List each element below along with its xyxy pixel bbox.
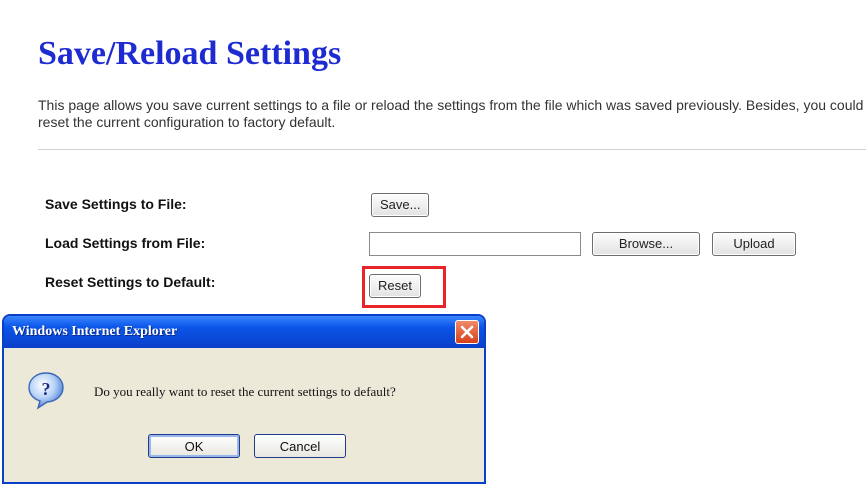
reset-button[interactable]: Reset — [369, 274, 421, 298]
page-description: This page allows you save current settin… — [38, 97, 864, 130]
close-button[interactable] — [455, 320, 479, 344]
close-icon — [460, 325, 474, 339]
page-title: Save/Reload Settings — [38, 35, 342, 72]
save-settings-label: Save Settings to File: — [45, 196, 187, 212]
reset-settings-label: Reset Settings to Default: — [45, 274, 216, 290]
dialog-titlebar[interactable]: Windows Internet Explorer — [4, 316, 484, 348]
svg-text:?: ? — [42, 379, 51, 399]
load-settings-label: Load Settings from File: — [45, 235, 206, 251]
save-button[interactable]: Save... — [371, 193, 430, 217]
file-path-input[interactable] — [369, 232, 581, 256]
cancel-button[interactable]: Cancel — [254, 434, 346, 458]
dialog-message: Do you really want to reset the current … — [94, 384, 396, 399]
dialog-title: Windows Internet Explorer — [12, 324, 178, 339]
upload-button[interactable]: Upload — [712, 232, 796, 256]
ok-button[interactable]: OK — [148, 434, 240, 458]
browse-button[interactable]: Browse... — [592, 232, 700, 256]
divider — [38, 149, 866, 150]
confirm-dialog: Windows Internet Explorer ? Do you reall… — [2, 314, 486, 484]
question-icon: ? — [28, 372, 64, 410]
